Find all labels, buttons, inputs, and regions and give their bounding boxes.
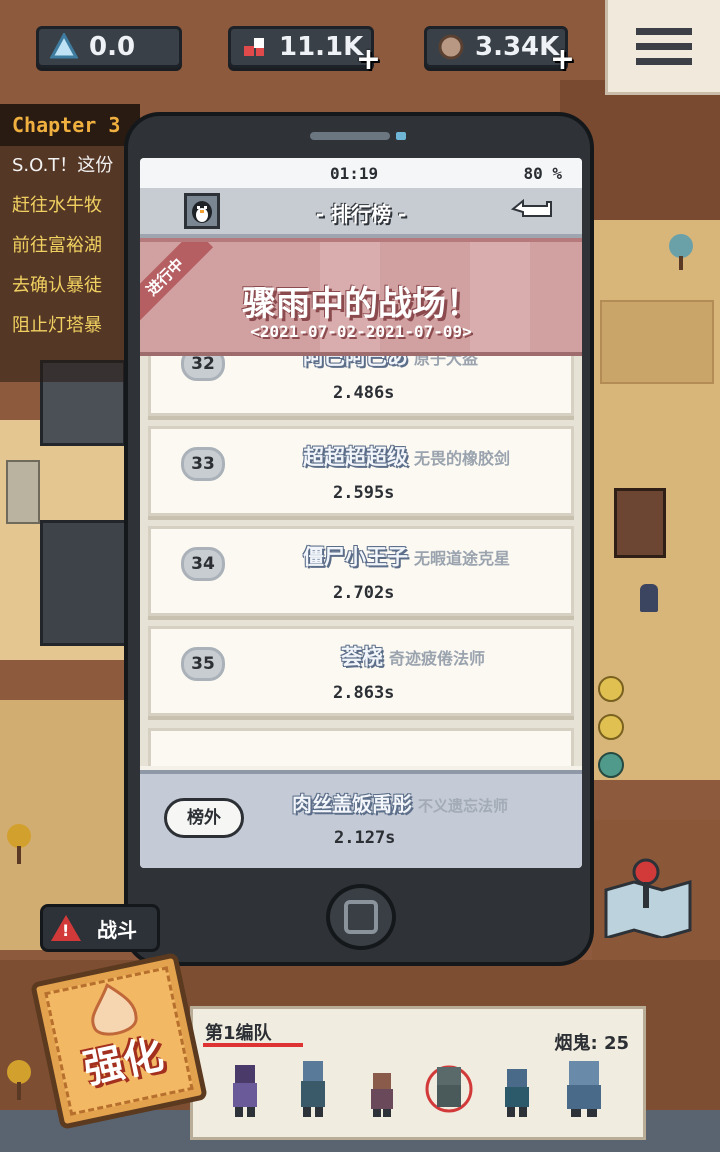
status-time: 01:19 [330,164,379,183]
player-title: 无畏的橡胶剑 [414,449,511,468]
menu-button[interactable] [605,0,720,95]
barrel-sprite [598,676,624,702]
ore-resource[interactable]: 3.34K + [424,26,575,77]
machine-sprite [40,520,132,646]
leaderboard-row[interactable]: 34 僵尸小王子 无暇道途克星 2.702s [148,526,574,616]
event-name: 骤雨中的战场！ [242,284,480,324]
leaderboard-row[interactable]: 33 超超超超级 无畏的橡胶剑 2.595s [148,426,574,516]
gem-icon [241,32,269,62]
leaderboard-row-partial [148,728,574,766]
upgrade-button[interactable]: 强化 [30,952,208,1130]
leaderboard-row[interactable]: 32 阿巴阿巴あ 原子大盗 2.486s [148,356,574,416]
leaderboard-navbar: - 排行榜 - [140,188,582,238]
out-of-rank-badge: 榜外 [164,798,244,838]
tree-icon [4,822,34,866]
phone-speaker [310,132,390,140]
player-name: 阿巴阿巴あ 原子大盗 [303,356,478,371]
home-icon [344,900,378,934]
phone-screen: 01:19 80 % - 排行榜 - 进行中 骤雨中的战场！ <2021-07-… [140,158,582,868]
player-time: 2.486s [333,383,395,403]
rank-badge: 32 [181,356,225,381]
quest-panel[interactable]: Chapter 3 S.O.T！这份 赶往水牛牧 前往富裕湖 去确认暴徒 阻止灯… [0,104,140,382]
player-title: 无暇道途克星 [414,549,511,568]
leaderboard-list[interactable]: 32 阿巴阿巴あ 原子大盗 2.486s 33 超超超超级 无畏的橡胶剑 2.595… [140,356,582,766]
battle-button[interactable]: 战斗 [40,904,160,952]
add-ore-button[interactable]: + [550,42,575,77]
leaderboard-row[interactable]: 35 荟桡 奇迹疲倦法师 2.863s [148,626,574,716]
phone-device: 01:19 80 % - 排行榜 - 进行中 骤雨中的战场！ <2021-07-… [124,112,594,966]
team-name: 第1编队 [205,1023,272,1044]
back-button[interactable] [508,196,556,224]
unit-sprite[interactable] [493,1057,541,1121]
phone-home-button[interactable] [326,884,396,950]
crystal-value: 0.0 [89,32,136,62]
npc-sprite [640,584,658,612]
quest-line[interactable]: 赶往水牛牧 [0,186,140,226]
map-button[interactable] [600,854,696,940]
event-banner: 进行中 骤雨中的战场！ <2021-07-02-2021-07-09> [140,238,582,356]
menu-icon [636,27,692,35]
player-time: 2.863s [333,683,395,703]
rank-badge: 33 [181,447,225,481]
hut-sprite [614,488,666,558]
quest-line[interactable]: 去确认暴徒 [0,266,140,306]
battle-label: 战斗 [97,917,137,942]
ore-icon [437,32,465,62]
player-time: 2.595s [333,483,395,503]
tree-icon [666,232,696,272]
chapter-title: Chapter 3 [0,104,140,146]
event-date-range: <2021-07-02-2021-07-09> [250,322,472,341]
quest-line[interactable]: 前往富裕湖 [0,226,140,266]
add-gem-button[interactable]: + [356,42,381,77]
player-name: 荟桡 奇迹疲倦法师 [341,645,486,669]
team-units [221,1057,609,1121]
warning-icon [51,915,81,941]
player-title: 奇迹疲倦法师 [389,649,486,668]
status-battery: 80 % [523,164,562,183]
status-bar: 01:19 80 % [140,158,582,188]
player-time: 2.127s [334,828,396,848]
my-ranking-entry: 榜外 肉丝盖饭禹彤 不义遗忘法师 2.127s [140,770,582,868]
barrel-sprite [598,714,624,740]
rank-badge: 35 [181,647,225,681]
unit-sprite-selected[interactable] [425,1057,473,1121]
barrel-sprite [598,752,624,778]
team-cost: 烟鬼: 25 [554,1033,629,1054]
phone-camera [396,132,406,140]
player-name: 僵尸小王子 无暇道途克星 [303,545,511,569]
player-name: 超超超超级 无畏的橡胶剑 [303,445,511,469]
player-name: 肉丝盖饭禹彤 不义遗忘法师 [292,792,509,816]
crystal-icon [49,32,79,62]
unit-sprite[interactable] [221,1057,269,1121]
unit-sprite[interactable] [357,1057,405,1121]
map-pin-icon [604,858,692,940]
tree-icon [4,1058,34,1102]
unit-sprite[interactable] [289,1057,337,1121]
quest-line[interactable]: S.O.T！这份 [0,146,140,186]
player-title: 原子大盗 [414,356,479,368]
rank-badge: 34 [181,547,225,581]
gem-resource[interactable]: 11.1K + [228,26,381,77]
back-arrow-icon [510,198,552,217]
unit-sprite[interactable] [561,1057,609,1121]
ore-value: 3.34K [475,32,560,62]
crate-sprite [6,460,40,524]
player-title: 不义遗忘法师 [418,797,509,815]
quest-line[interactable]: 阻止灯塔暴 [0,306,140,346]
player-time: 2.702s [333,583,395,603]
gem-value: 11.1K [279,32,364,62]
team-panel[interactable]: 第1编队 烟鬼: 25 [190,1006,646,1140]
crystal-resource: 0.0 [36,26,182,68]
